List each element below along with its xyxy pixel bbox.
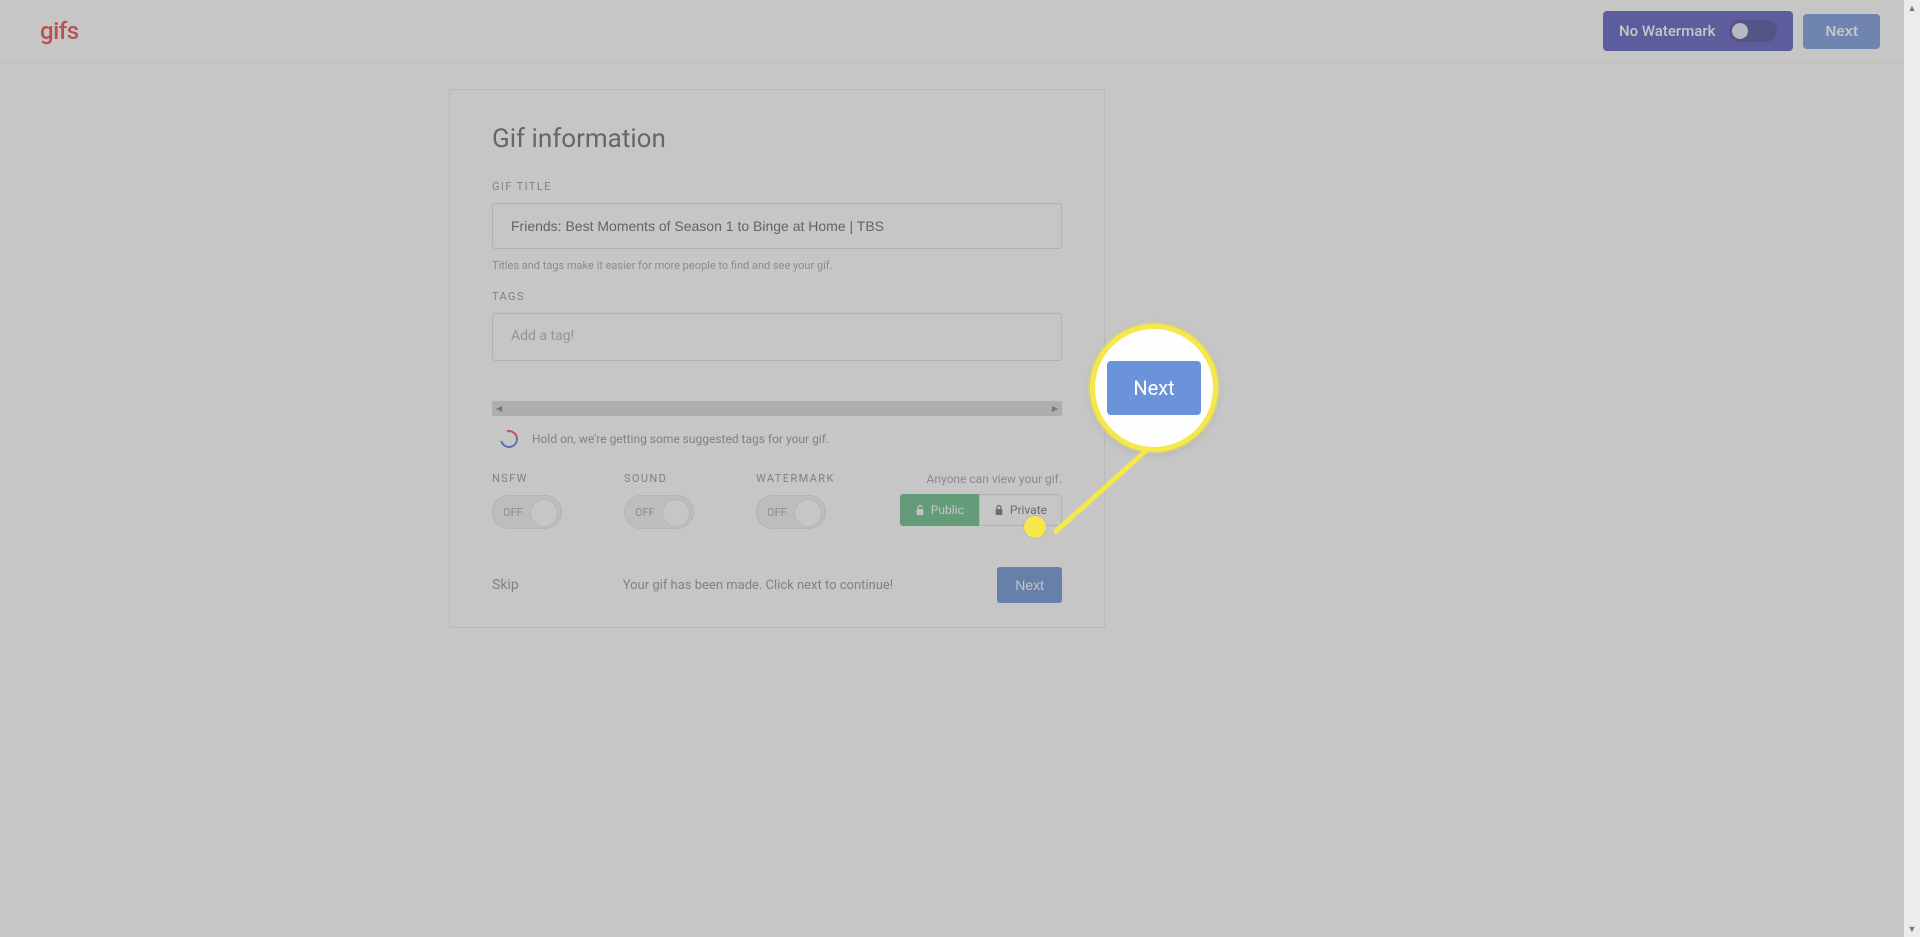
tag-scroll-strip[interactable]: ◀ ▶ bbox=[492, 401, 1062, 416]
scrollbar-down-icon[interactable]: ▼ bbox=[1904, 921, 1920, 937]
nsfw-label: NSFW bbox=[492, 472, 528, 485]
scrollbar-up-icon[interactable]: ▲ bbox=[1904, 0, 1920, 16]
status-message: Your gif has been made. Click next to co… bbox=[623, 578, 893, 593]
watermark-toggle-group: WATERMARK OFF bbox=[756, 472, 835, 529]
loading-spinner-icon bbox=[497, 427, 522, 452]
tags-input[interactable]: Add a tag! bbox=[492, 313, 1062, 361]
visibility-public-button[interactable]: Public bbox=[900, 494, 979, 526]
watermark-option-toggle[interactable]: OFF bbox=[756, 495, 826, 529]
next-button[interactable]: Next bbox=[997, 567, 1062, 603]
watermark-badge[interactable]: No Watermark bbox=[1603, 11, 1794, 51]
logo[interactable]: gifs bbox=[40, 17, 79, 45]
header-next-button[interactable]: Next bbox=[1803, 14, 1880, 49]
chevron-right-icon[interactable]: ▶ bbox=[1052, 404, 1058, 413]
window-scrollbar[interactable]: ▲ ▼ bbox=[1904, 0, 1920, 937]
private-label: Private bbox=[1010, 503, 1047, 517]
card-heading: Gif information bbox=[492, 124, 1062, 154]
header-actions: No Watermark Next bbox=[1603, 11, 1880, 51]
visibility-private-button[interactable]: Private bbox=[979, 494, 1062, 526]
nsfw-toggle[interactable]: OFF bbox=[492, 495, 562, 529]
lock-icon bbox=[994, 504, 1004, 516]
callout-next-button: Next bbox=[1107, 361, 1200, 415]
skip-button[interactable]: Skip bbox=[492, 577, 519, 593]
suggested-tags-msg: Hold on, we're getting some suggested ta… bbox=[532, 432, 829, 446]
unlock-icon bbox=[915, 504, 925, 516]
sound-label: SOUND bbox=[624, 472, 667, 485]
suggested-tags-row: Hold on, we're getting some suggested ta… bbox=[492, 430, 1062, 448]
sound-toggle[interactable]: OFF bbox=[624, 495, 694, 529]
public-label: Public bbox=[931, 503, 964, 517]
options-row: NSFW OFF SOUND OFF WATERMARK OFF Anyone … bbox=[492, 472, 1062, 529]
gif-info-card: Gif information GIF TITLE Titles and tag… bbox=[449, 89, 1105, 628]
callout-highlight: Next bbox=[1090, 324, 1218, 452]
app-header: gifs No Watermark Next bbox=[0, 0, 1920, 63]
gif-title-label: GIF TITLE bbox=[492, 180, 1062, 193]
watermark-badge-label: No Watermark bbox=[1619, 22, 1716, 40]
watermark-option-label: WATERMARK bbox=[756, 472, 835, 485]
watermark-toggle[interactable] bbox=[1729, 20, 1777, 42]
gif-title-hint: Titles and tags make it easier for more … bbox=[492, 259, 1062, 272]
footer-row: Skip Your gif has been made. Click next … bbox=[492, 567, 1062, 603]
callout-dot bbox=[1024, 516, 1046, 538]
nsfw-toggle-group: NSFW OFF bbox=[492, 472, 562, 529]
tags-label: TAGS bbox=[492, 290, 1062, 303]
gif-title-input[interactable] bbox=[492, 203, 1062, 249]
visibility-hint: Anyone can view your gif. bbox=[900, 472, 1062, 486]
chevron-left-icon[interactable]: ◀ bbox=[496, 404, 502, 413]
sound-toggle-group: SOUND OFF bbox=[624, 472, 694, 529]
